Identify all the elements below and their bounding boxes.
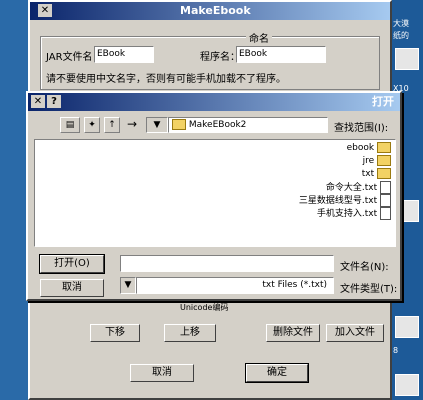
warning-text: 请不要使用中文名字，否则有可能手机加载不了程序。 <box>46 74 286 85</box>
view-menu-icon[interactable]: ▤ <box>60 117 80 133</box>
back-arrow-icon[interactable]: → <box>124 117 140 133</box>
item-name: jre <box>362 156 375 166</box>
ok-button[interactable]: 确定 <box>245 363 309 383</box>
close-icon[interactable]: ✕ <box>31 95 45 108</box>
makeebook-titlebar[interactable]: ✕ MakeEbook <box>30 2 390 20</box>
cancel-button[interactable]: 取消 <box>40 279 104 297</box>
delete-file-button[interactable]: 删除文件 <box>266 324 320 342</box>
filetype-select[interactable]: txt Files (*.txt) <box>136 277 334 294</box>
name-group-label: 命名 <box>246 30 272 45</box>
look-in-dropdown-arrow[interactable]: ▼ <box>146 117 168 133</box>
makeebook-title: MakeEbook <box>180 4 251 17</box>
folder-icon <box>172 119 186 130</box>
move-down-button[interactable]: 下移 <box>90 324 140 342</box>
close-icon[interactable]: ✕ <box>38 4 52 17</box>
desktop-icon-label: 8 <box>393 346 399 355</box>
open-button[interactable]: 打开(O) <box>39 254 105 274</box>
text-file-icon <box>380 181 391 194</box>
new-folder-icon[interactable]: ✦ <box>84 117 100 133</box>
desktop-app-icon[interactable] <box>395 374 419 396</box>
filetype-dropdown-arrow[interactable]: ▼ <box>120 277 136 294</box>
add-file-button[interactable]: 加入文件 <box>326 324 384 342</box>
item-name: ebook <box>346 143 375 153</box>
folder-icon <box>377 142 391 153</box>
desktop-app-icon[interactable] <box>395 316 419 338</box>
list-item[interactable]: 命令大全.txt <box>326 181 391 194</box>
open-titlebar[interactable]: ✕ ? 打开 <box>28 93 400 111</box>
text-file-icon <box>380 207 391 220</box>
list-item[interactable]: 手机支持入.txt <box>317 207 391 220</box>
up-folder-icon[interactable]: ↑ <box>104 117 120 133</box>
open-title: 打开 <box>372 95 394 108</box>
text-file-icon <box>380 194 391 207</box>
item-name: 手机支持入.txt <box>316 209 378 219</box>
item-name: 命令大全.txt <box>325 183 378 193</box>
program-name-input[interactable]: EBook <box>236 46 326 63</box>
look-in-select[interactable]: MakeEBook2 <box>168 117 328 133</box>
look-in-value: MakeEBook2 <box>188 120 247 130</box>
file-list: ebook jre txt 命令大全.txt 三星数据线型号.txt 手机支持入… <box>34 139 396 247</box>
filetype-label: 文件类型(T): <box>340 284 398 295</box>
list-item[interactable]: jre <box>363 155 391 168</box>
list-item[interactable]: txt <box>362 168 391 181</box>
filename-input[interactable] <box>120 255 334 272</box>
desktop-icon-label: 大漠 <box>393 19 409 28</box>
item-name: 三星数据线型号.txt <box>298 196 378 206</box>
item-name: txt <box>361 169 375 179</box>
program-name-label: 程序名： <box>200 52 240 63</box>
look-in-label: 查找范围(I): <box>334 123 389 134</box>
desktop-app-icon[interactable] <box>395 48 419 70</box>
java-name-input[interactable]: EBook <box>94 46 154 63</box>
move-up-button[interactable]: 上移 <box>164 324 216 342</box>
filename-label: 文件名(N): <box>340 262 389 273</box>
list-item[interactable]: 三星数据线型号.txt <box>299 194 391 207</box>
help-icon[interactable]: ? <box>47 95 61 108</box>
desktop-icon-label: 纸的 <box>393 31 409 40</box>
open-dialog: ✕ ? 打开 ▤ ✦ ↑ → ▼ MakeEBook2 查找范围(I): ebo… <box>26 91 402 301</box>
unicode-label: Unicode编码 <box>180 303 229 312</box>
list-item[interactable]: ebook <box>347 142 391 155</box>
folder-icon <box>377 155 391 166</box>
cancel-button[interactable]: 取消 <box>130 364 194 382</box>
folder-icon <box>377 168 391 179</box>
